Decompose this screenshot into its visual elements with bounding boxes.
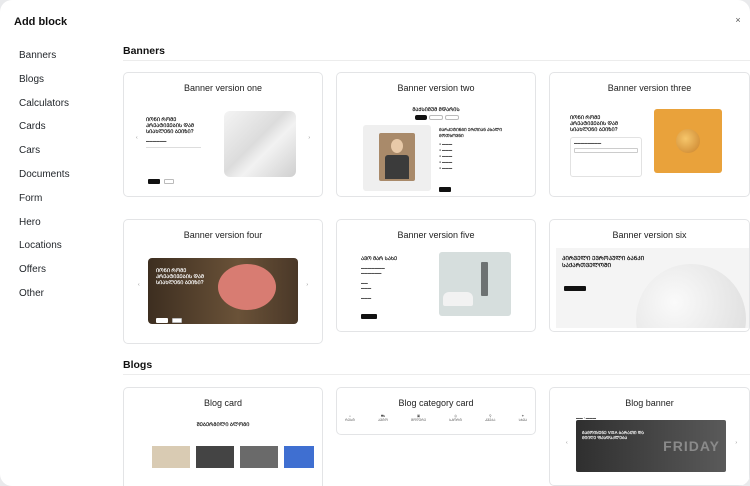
card-blog-card[interactable]: Blog card ᲨᲔᲑᲔᲠᲒᲘᲚᲘ ᲑᲚᲝᲒᲘ (123, 387, 323, 486)
card-banner-version-one[interactable]: Banner version one ‹ › ᲘᲝᲜᲘ ᲠᲝᲛᲔ ᲙᲠᲔᲐᲢᲘᲕ… (123, 72, 323, 197)
category-item: ⛟ ᲐᲕᲢᲝ (377, 414, 388, 423)
preview-banner-four: ‹ › ᲘᲝᲜᲘ ᲠᲝᲛᲔ ᲙᲠᲔᲐᲢᲘᲕᲔᲑᲘᲡ ᲓᲐᲛ ᲡᲘᲐᲮᲚᲔᲜᲘ Ბ… (130, 248, 316, 339)
preview-heading: ᲘᲝᲜᲘ ᲠᲝᲛᲔ ᲙᲠᲔᲐᲢᲘᲕᲔᲑᲘᲡ ᲓᲐᲛ ᲡᲘᲐᲮᲚᲔᲜᲘ ᲑᲔᲘᲖᲘ… (146, 117, 195, 135)
category-item: ✦ ᲡᲮᲕᲐ (518, 414, 527, 423)
preview-buttons (148, 171, 175, 189)
preview-heading: ᲨᲔᲑᲔᲠᲒᲘᲚᲘ ᲑᲚᲝᲒᲘ (196, 422, 250, 428)
preview-form-panel: ▬▬▬▬▬▬▬▬ (570, 137, 642, 177)
preview-banner-image: FRIDAY ᲒᲐᲛᲝᲘᲧᲔᲜᲔ VISA ᲑᲐᲠᲐᲗᲘ ᲓᲐ ᲛᲘᲘᲦᲔ ᲤᲐ… (576, 420, 726, 472)
category-item: ◎ ᲡᲞᲝᲠᲢ (449, 414, 462, 423)
blog-thumb-3 (240, 446, 278, 468)
preview-heading: ᲘᲝᲜᲘ ᲠᲝᲛᲔ ᲙᲠᲔᲐᲢᲘᲕᲔᲑᲘᲡ ᲓᲐᲛ ᲡᲘᲐᲮᲚᲔᲜᲘ ᲑᲔᲘᲖᲘ… (156, 268, 205, 286)
coin-icon (676, 129, 700, 153)
blog-thumb-2 (196, 446, 234, 468)
preview-person-photo (379, 133, 415, 181)
card-blog-banner[interactable]: Blog banner ▬▬ › ▬▬▬ FRIDAY ᲒᲐᲛᲝᲘᲧᲔᲜᲔ VI… (549, 387, 750, 486)
preview-overlay-text: FRIDAY (663, 438, 720, 454)
sidebar-item-locations[interactable]: Locations (0, 234, 110, 258)
preview-image-charger (439, 252, 511, 316)
sidebar-item-other[interactable]: Other (0, 282, 110, 306)
sidebar-item-blogs[interactable]: Blogs (0, 68, 110, 92)
sidebar-item-cards[interactable]: Cards (0, 115, 110, 139)
preview-banner-two: ᲛᲐᲥᲡᲘᲛᲣᲛ ᲛᲓᲐᲠᲘᲡ ᲛᲐᲠᲙᲔᲢᲘᲜᲒᲘ ᲔᲠᲗᲘᲐᲜ ᲐᲮᲐᲚᲘ … (343, 101, 529, 192)
category-item: ⌂ ᲠᲔᲡᲢ (345, 414, 355, 423)
sidebar-item-form[interactable]: Form (0, 187, 110, 211)
sidebar-item-cars[interactable]: Cars (0, 139, 110, 163)
preview-heading: ᲞᲘᲠᲕᲔᲚᲘ ᲔᲕᲠᲝᲞᲣᲚᲘ ᲑᲐᲜᲙᲘ ᲡᲐᲥᲐᲠᲗᲕᲔᲚᲝᲨᲘ (562, 256, 645, 269)
section-divider (123, 374, 750, 375)
preview-heading: ᲐᲕᲝ ᲛᲐᲠ ᲡᲐᲮᲔ (361, 256, 398, 262)
preview-heading: ᲛᲐᲥᲡᲘᲛᲣᲛ ᲛᲓᲐᲠᲘᲡ (412, 107, 460, 113)
chevron-right-icon: › (735, 440, 737, 446)
preview-heading: ᲒᲐᲛᲝᲘᲧᲔᲜᲔ VISA ᲑᲐᲠᲐᲗᲘ ᲓᲐ ᲛᲘᲘᲦᲔ ᲤᲐᲡᲓᲐᲙᲚᲔᲑ… (582, 430, 644, 440)
preview-image-orange (654, 109, 722, 173)
preview-banner-one: ‹ › ᲘᲝᲜᲘ ᲠᲝᲛᲔ ᲙᲠᲔᲐᲢᲘᲕᲔᲑᲘᲡ ᲓᲐᲛ ᲡᲘᲐᲮᲚᲔᲜᲘ Ბ… (130, 101, 316, 192)
preview-banner-five: ᲐᲕᲝ ᲛᲐᲠ ᲡᲐᲮᲔ ▬▬▬▬▬▬▬ ▬▬▬▬▬▬ ▬▬ ▬▬▬ ▬▬▬ (343, 248, 529, 327)
preview-image-piggybank: ᲘᲝᲜᲘ ᲠᲝᲛᲔ ᲙᲠᲔᲐᲢᲘᲕᲔᲑᲘᲡ ᲓᲐᲛ ᲡᲘᲐᲮᲚᲔᲜᲘ ᲑᲔᲘᲖᲘ… (148, 258, 298, 324)
chevron-right-icon: › (308, 135, 310, 141)
section-title-blogs: Blogs (123, 359, 153, 371)
sidebar-item-calculators[interactable]: Calculators (0, 92, 110, 116)
preview-blog-card: ᲨᲔᲑᲔᲠᲒᲘᲚᲘ ᲑᲚᲝᲒᲘ (130, 416, 316, 486)
card-banner-version-five[interactable]: Banner version five ᲐᲕᲝ ᲛᲐᲠ ᲡᲐᲮᲔ ▬▬▬▬▬▬▬… (336, 219, 536, 332)
category-sidebar: Banners Blogs Calculators Cards Cars Doc… (0, 44, 110, 306)
preview-tabs (415, 115, 459, 120)
preview-blog-banner: ▬▬ › ▬▬▬ FRIDAY ᲒᲐᲛᲝᲘᲧᲔᲜᲔ VISA ᲑᲐᲠᲐᲗᲘ ᲓᲐ… (556, 416, 743, 481)
card-title: Blog category card (398, 398, 474, 408)
sidebar-item-banners[interactable]: Banners (0, 44, 110, 68)
card-title: Banner version two (397, 83, 475, 93)
chevron-left-icon: ‹ (566, 440, 568, 446)
card-title: Banner version one (183, 83, 263, 93)
card-title: Banner version six (612, 230, 687, 240)
chevron-left-icon: ‹ (138, 282, 140, 288)
modal-title: Add block (14, 16, 68, 28)
section-title-banners: Banners (123, 45, 166, 57)
card-banner-version-three[interactable]: Banner version three ᲘᲝᲜᲘ ᲠᲝᲛᲔ ᲙᲠᲔᲐᲢᲘᲕᲔᲑ… (549, 72, 750, 197)
preview-list: ● ▬▬▬ ● ▬▬▬ ● ▬▬▬ ● ▬▬▬ ● ▬▬▬ (439, 142, 453, 170)
globe-icon (636, 264, 746, 328)
section-divider (123, 60, 750, 61)
preview-banner-three: ᲘᲝᲜᲘ ᲠᲝᲛᲔ ᲙᲠᲔᲐᲢᲘᲕᲔᲑᲘᲡ ᲓᲐᲛ ᲡᲘᲐᲮᲚᲔᲜᲘ ᲑᲔᲘᲖᲘ… (556, 101, 743, 192)
preview-globe-panel: ᲞᲘᲠᲕᲔᲚᲘ ᲔᲕᲠᲝᲞᲣᲚᲘ ᲑᲐᲜᲙᲘ ᲡᲐᲥᲐᲠᲗᲕᲔᲚᲝᲨᲘ (556, 248, 749, 328)
card-blog-category[interactable]: Blog category card ⌂ ᲠᲔᲡᲢ ⛟ ᲐᲕᲢᲝ ▣ ᲛᲝᲦᲣᲠᲔ ◎… (336, 387, 536, 435)
card-title: Banner version five (397, 230, 475, 240)
card-banner-version-four[interactable]: Banner version four ‹ › ᲘᲝᲜᲘ ᲠᲝᲛᲔ ᲙᲠᲔᲐᲢᲘ… (123, 219, 323, 344)
card-title: Blog banner (625, 398, 674, 408)
category-item: ⚲ ᲙᲕᲔᲑᲐ (485, 414, 496, 423)
preview-buttons (439, 179, 466, 196)
preview-buttons (361, 306, 377, 324)
preview-heading: ᲘᲝᲜᲘ ᲠᲝᲛᲔ ᲙᲠᲔᲐᲢᲘᲕᲔᲑᲘᲡ ᲓᲐᲛ ᲡᲘᲐᲮᲚᲔᲜᲘ ᲑᲔᲘᲖᲘ… (570, 115, 619, 133)
sidebar-item-hero[interactable]: Hero (0, 211, 110, 235)
preview-image-panel (363, 125, 431, 191)
blog-thumb-4 (284, 446, 314, 468)
sidebar-item-documents[interactable]: Documents (0, 163, 110, 187)
preview-details: ▬▬▬▬▬▬▬ ▬▬▬▬▬▬ ▬▬ ▬▬▬ ▬▬▬ (361, 266, 385, 300)
chevron-right-icon: › (306, 282, 308, 288)
card-title: Banner version four (183, 230, 263, 240)
piggybank-shape (218, 264, 276, 310)
preview-field (146, 147, 201, 155)
close-icon[interactable]: × (732, 14, 744, 26)
preview-subtext: ▬▬▬▬▬▬ (146, 139, 167, 143)
card-title: Blog card (203, 398, 243, 408)
chevron-left-icon: ‹ (136, 135, 138, 141)
category-row: ⌂ ᲠᲔᲡᲢ ⛟ ᲐᲕᲢᲝ ▣ ᲛᲝᲦᲣᲠᲔ ◎ ᲡᲞᲝᲠᲢ ⚲ ᲙᲕᲔᲑᲐ ✦ ᲡᲮᲕᲐ (345, 414, 527, 423)
card-title: Banner version three (607, 83, 692, 93)
sidebar-item-offers[interactable]: Offers (0, 258, 110, 282)
category-item: ▣ ᲛᲝᲦᲣᲠᲔ (410, 414, 427, 423)
preview-subheading: ᲛᲐᲠᲙᲔᲢᲘᲜᲒᲘ ᲔᲠᲗᲘᲐᲜ ᲐᲮᲐᲚᲘ ᲛᲝᲗᲮᲝᲕᲜᲘ (439, 127, 503, 138)
preview-image-abstract (224, 111, 296, 177)
blog-thumb-1 (152, 446, 190, 468)
card-banner-version-two[interactable]: Banner version two ᲛᲐᲥᲡᲘᲛᲣᲛ ᲛᲓᲐᲠᲘᲡ ᲛᲐᲠᲙᲔ… (336, 72, 536, 197)
block-gallery: Banners Banner version one ‹ › ᲘᲝᲜᲘ ᲠᲝᲛᲔ… (110, 36, 750, 486)
add-block-modal: Add block × Banners Blogs Calculators Ca… (0, 0, 750, 486)
preview-banner-six: ᲞᲘᲠᲕᲔᲚᲘ ᲔᲕᲠᲝᲞᲣᲚᲘ ᲑᲐᲜᲙᲘ ᲡᲐᲥᲐᲠᲗᲕᲔᲚᲝᲨᲘ (556, 248, 749, 328)
card-banner-version-six[interactable]: Banner version six ᲞᲘᲠᲕᲔᲚᲘ ᲔᲕᲠᲝᲞᲣᲚᲘ ᲑᲐᲜᲙ… (549, 219, 750, 332)
